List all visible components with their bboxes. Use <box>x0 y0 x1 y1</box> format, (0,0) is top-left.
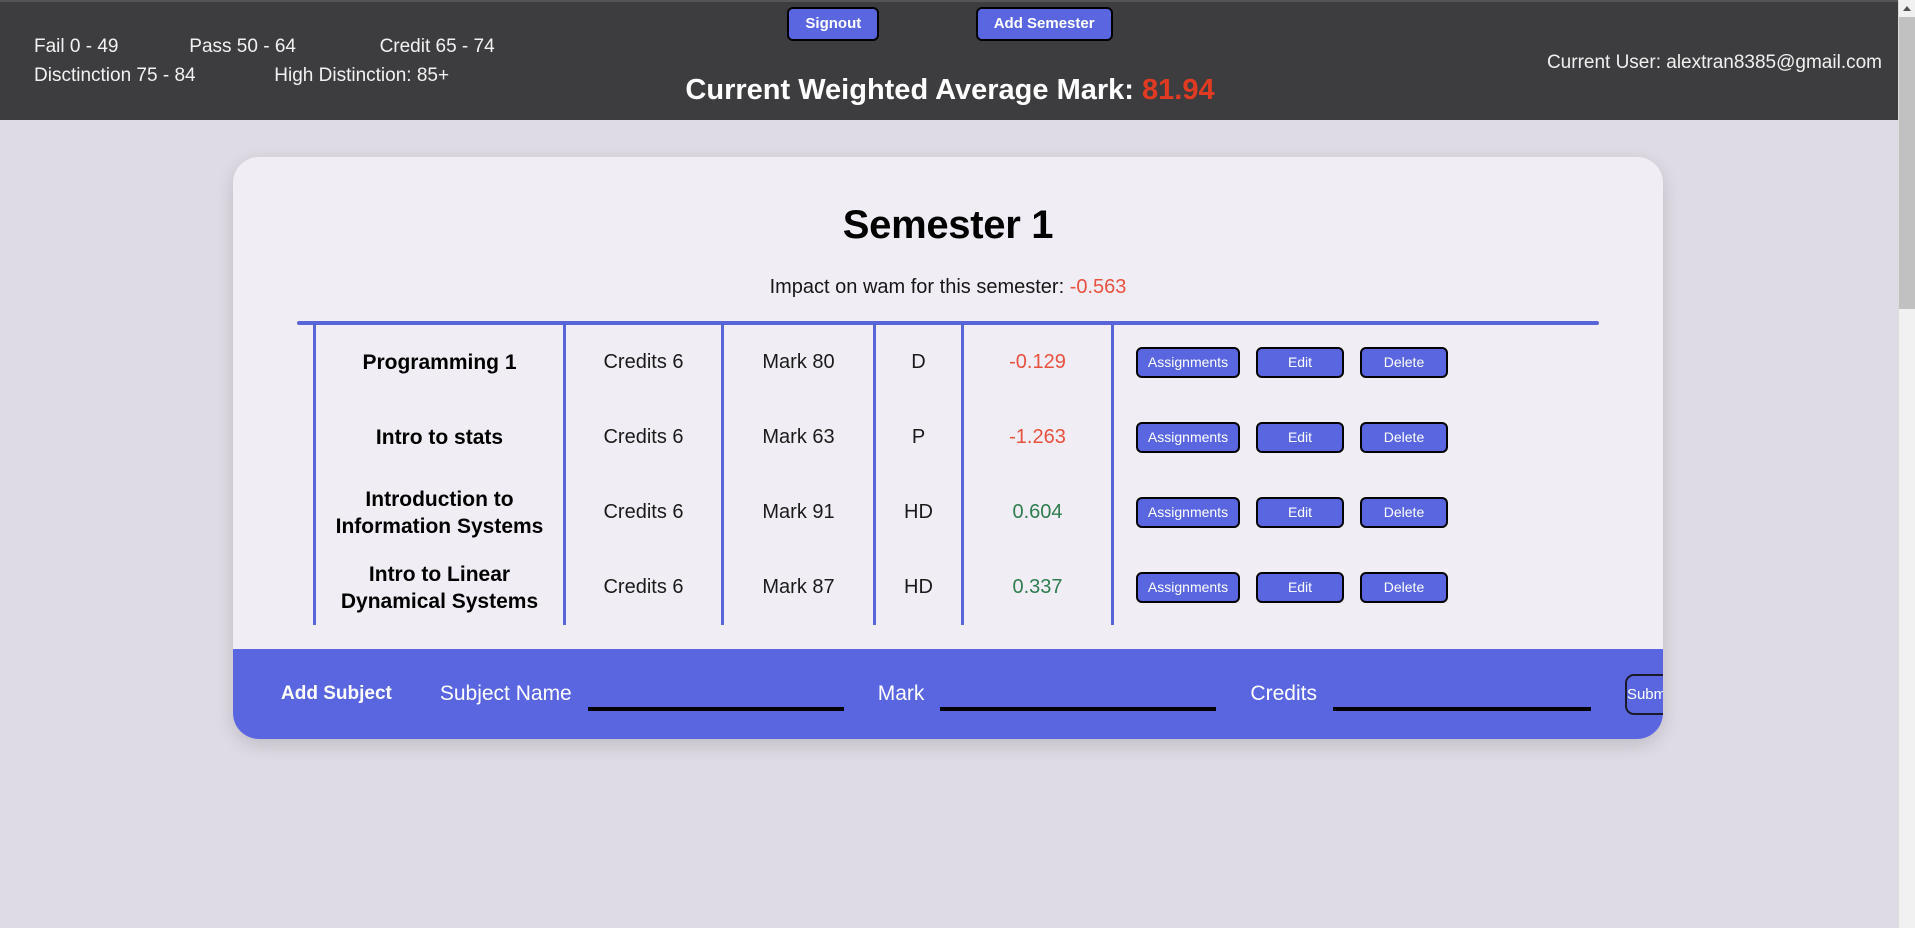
subject-grade: HD <box>873 475 961 550</box>
table-row: Intro to Linear Dynamical Systems Credit… <box>233 550 1663 625</box>
subject-name: Programming 1 <box>313 325 563 400</box>
subject-actions: Assignments Edit Delete <box>1111 550 1603 625</box>
edit-button[interactable]: Edit <box>1256 497 1344 528</box>
subject-mark: Mark 80 <box>721 325 873 400</box>
add-subject-form: Add Subject Subject Name Mark Credits Su… <box>233 649 1663 739</box>
add-subject-title: Add Subject <box>281 683 392 704</box>
subject-impact: 0.337 <box>961 550 1111 625</box>
subject-mark: Mark 63 <box>721 400 873 475</box>
table-row: Intro to stats Credits 6 Mark 63 P -1.26… <box>233 400 1663 475</box>
subject-credits: Credits 6 <box>563 400 721 475</box>
credits-input[interactable] <box>1332 677 1591 711</box>
scroll-up-arrow-icon[interactable] <box>1899 0 1915 17</box>
table-row: Programming 1 Credits 6 Mark 80 D -0.129… <box>233 325 1663 400</box>
semester-card: Semester 1 Impact on wam for this semest… <box>233 157 1663 739</box>
subject-actions: Assignments Edit Delete <box>1111 325 1603 400</box>
vertical-scrollbar[interactable] <box>1898 0 1915 928</box>
subject-grade: HD <box>873 550 961 625</box>
scrollbar-thumb[interactable] <box>1899 17 1915 309</box>
subject-credits: Credits 6 <box>563 325 721 400</box>
delete-button[interactable]: Delete <box>1360 572 1448 603</box>
delete-button[interactable]: Delete <box>1360 422 1448 453</box>
mark-label: Mark <box>877 682 925 705</box>
add-semester-button[interactable]: Add Semester <box>975 7 1113 41</box>
edit-button[interactable]: Edit <box>1256 572 1344 603</box>
subject-grade: D <box>873 325 961 400</box>
subject-mark: Mark 87 <box>721 550 873 625</box>
subject-list: Programming 1 Credits 6 Mark 80 D -0.129… <box>233 325 1663 649</box>
delete-button[interactable]: Delete <box>1360 347 1448 378</box>
submit-button[interactable]: Submit <box>1624 673 1663 715</box>
header-button-group: Signout Add Semester <box>0 7 1900 41</box>
subject-name: Intro to Linear Dynamical Systems <box>313 550 563 625</box>
subject-grade: P <box>873 400 961 475</box>
weighted-average-display: Current Weighted Average Mark: 81.94 <box>0 74 1900 107</box>
delete-button[interactable]: Delete <box>1360 497 1448 528</box>
semester-title: Semester 1 <box>842 203 1054 247</box>
app-root: Fail 0 - 49 Pass 50 - 64 Credit 65 - 74 … <box>0 0 1915 928</box>
subject-name: Intro to stats <box>313 400 563 475</box>
table-row: Introduction to Information Systems Cred… <box>233 475 1663 550</box>
subject-credits: Credits 6 <box>563 550 721 625</box>
subject-name-field-group: Subject Name <box>440 677 844 711</box>
subject-mark: Mark 91 <box>721 475 873 550</box>
mark-input[interactable] <box>940 677 1217 711</box>
signout-button[interactable]: Signout <box>787 7 880 41</box>
subject-name-label: Subject Name <box>439 682 572 705</box>
edit-button[interactable]: Edit <box>1256 422 1344 453</box>
edit-button[interactable]: Edit <box>1256 347 1344 378</box>
subject-name-input[interactable] <box>587 677 844 711</box>
subject-impact: -1.263 <box>961 400 1111 475</box>
subject-actions: Assignments Edit Delete <box>1111 400 1603 475</box>
mark-field-group: Mark <box>878 677 1217 711</box>
wam-value: 81.94 <box>1142 74 1215 106</box>
subject-name: Introduction to Information Systems <box>313 475 563 550</box>
subject-impact: 0.604 <box>961 475 1111 550</box>
semester-impact-value: -0.563 <box>1069 276 1127 298</box>
assignments-button[interactable]: Assignments <box>1136 347 1240 378</box>
credits-field-group: Credits <box>1250 677 1591 711</box>
assignments-button[interactable]: Assignments <box>1136 422 1240 453</box>
subject-impact: -0.129 <box>961 325 1111 400</box>
assignments-button[interactable]: Assignments <box>1136 497 1240 528</box>
wam-label: Current Weighted Average Mark: <box>685 74 1134 106</box>
assignments-button[interactable]: Assignments <box>1136 572 1240 603</box>
current-user-label: Current User: alextran8385@gmail.com <box>1546 52 1882 73</box>
semester-impact-label: Impact on wam for this semester: <box>769 276 1065 298</box>
subject-credits: Credits 6 <box>563 475 721 550</box>
top-header-bar: Fail 0 - 49 Pass 50 - 64 Credit 65 - 74 … <box>0 0 1900 120</box>
semester-impact: Impact on wam for this semester: -0.563 <box>233 276 1663 299</box>
credits-label: Credits <box>1250 682 1317 705</box>
subject-actions: Assignments Edit Delete <box>1111 475 1603 550</box>
